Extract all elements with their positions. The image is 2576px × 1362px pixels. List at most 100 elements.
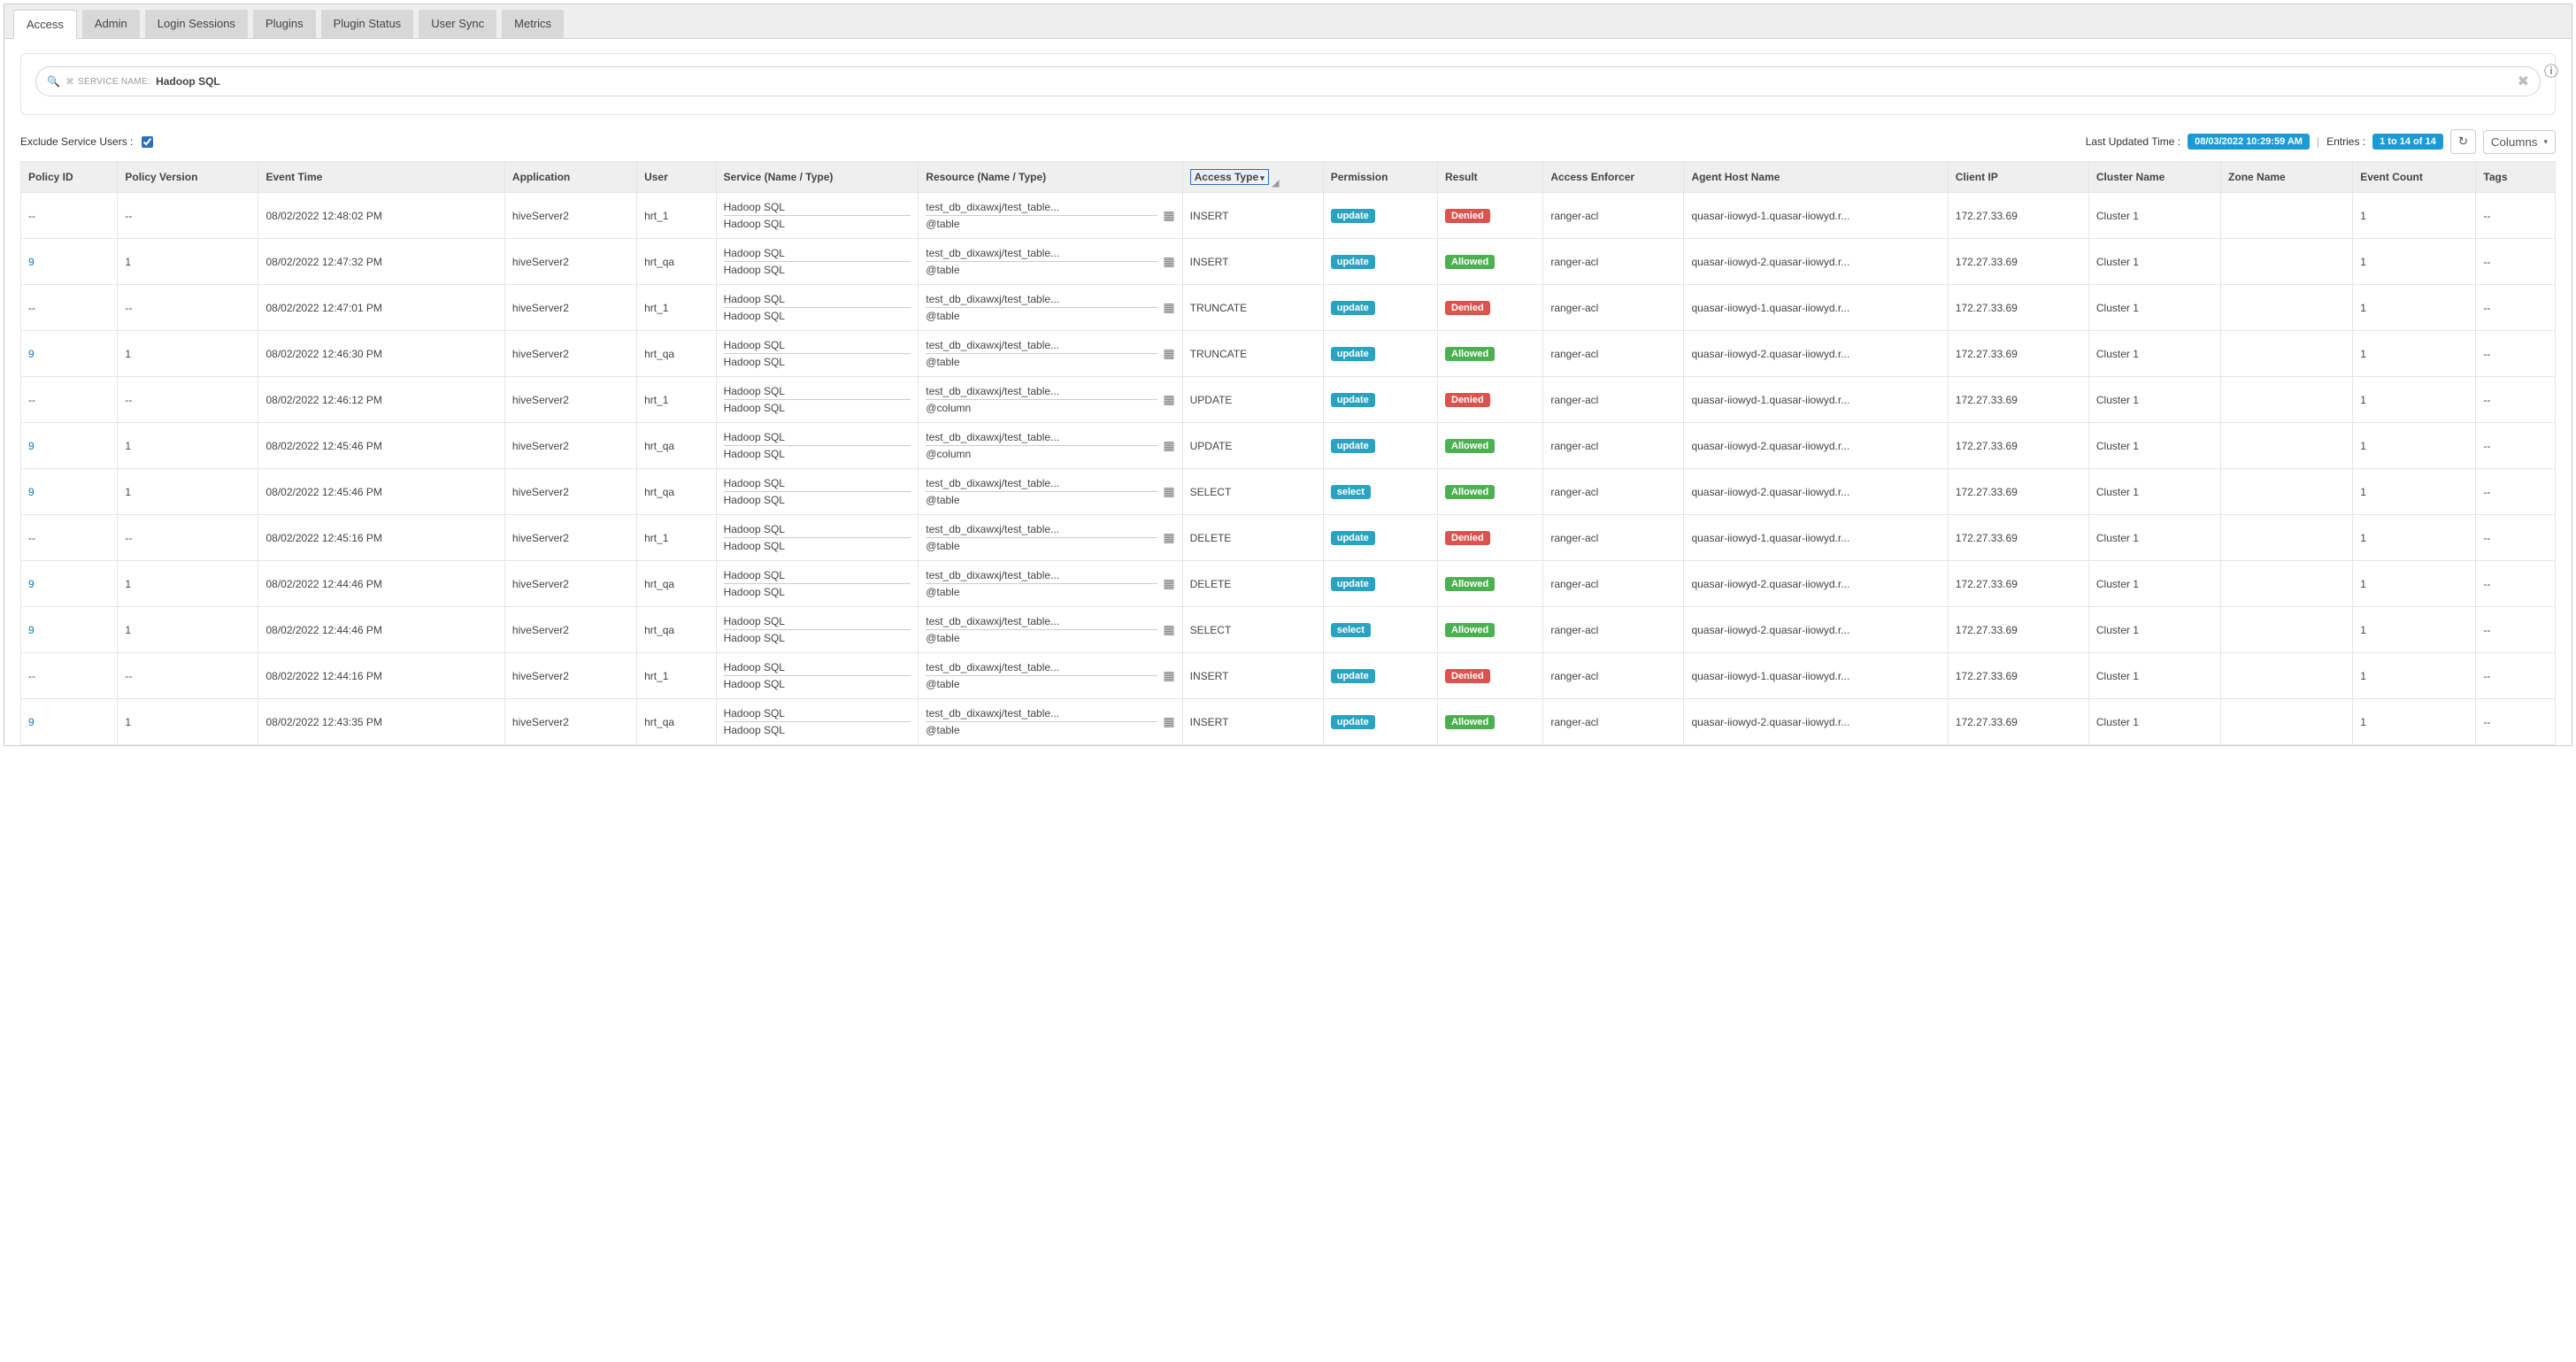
resource-name: test_db_dixawxj/test_table... [926, 201, 1157, 216]
cell [2221, 377, 2353, 423]
tab-plugin-status[interactable]: Plugin Status [321, 10, 414, 38]
cell: hrt_1 [637, 285, 717, 331]
policy-id-link[interactable]: 9 [28, 440, 35, 452]
permission-badge: update [1331, 301, 1375, 315]
entries-label: Entries : [2326, 135, 2365, 148]
col-result[interactable]: Result [1438, 162, 1543, 193]
resource-details-icon[interactable]: ▦ [1163, 392, 1174, 407]
cell: update [1323, 193, 1437, 239]
permission-badge: select [1331, 485, 1371, 499]
col-access-enforcer[interactable]: Access Enforcer [1543, 162, 1684, 193]
cell: Hadoop SQLHadoop SQL [716, 515, 919, 561]
toolbar: Exclude Service Users : Last Updated Tim… [4, 129, 2572, 161]
tab-plugins[interactable]: Plugins [253, 10, 316, 38]
table-row[interactable]: 9108/02/2022 12:44:46 PMhiveServer2hrt_q… [21, 561, 2556, 607]
col-client-ip[interactable]: Client IP [1948, 162, 2088, 193]
resource-details-icon[interactable]: ▦ [1163, 346, 1174, 361]
permission-badge: update [1331, 393, 1375, 407]
cell: test_db_dixawxj/test_table...@table▦ [919, 469, 1182, 515]
access-type-filter[interactable]: Access Type [1190, 169, 1269, 185]
cell: 172.27.33.69 [1948, 239, 2088, 285]
table-row[interactable]: ----08/02/2022 12:45:16 PMhiveServer2hrt… [21, 515, 2556, 561]
policy-id-link[interactable]: 9 [28, 624, 35, 636]
cell: ranger-acl [1543, 515, 1684, 561]
cell: Cluster 1 [2088, 285, 2220, 331]
table-row[interactable]: 9108/02/2022 12:43:35 PMhiveServer2hrt_q… [21, 699, 2556, 745]
policy-id-link[interactable]: 9 [28, 578, 35, 590]
search-input-pill[interactable]: 🔍 ✖ SERVICE NAME: Hadoop SQL ✖ [35, 66, 2541, 96]
table-row[interactable]: 9108/02/2022 12:45:46 PMhiveServer2hrt_q… [21, 423, 2556, 469]
col-permission[interactable]: Permission [1323, 162, 1437, 193]
col-service-name-type-[interactable]: Service (Name / Type) [716, 162, 919, 193]
cell: Denied [1438, 653, 1543, 699]
col-tags[interactable]: Tags [2476, 162, 2556, 193]
cell: TRUNCATE [1182, 331, 1323, 377]
resource-details-icon[interactable]: ▦ [1163, 668, 1174, 683]
cell: 172.27.33.69 [1948, 515, 2088, 561]
policy-id-link[interactable]: 9 [28, 256, 35, 268]
cell: -- [2476, 331, 2556, 377]
table-row[interactable]: 9108/02/2022 12:47:32 PMhiveServer2hrt_q… [21, 239, 2556, 285]
cell: 08/02/2022 12:44:16 PM [258, 653, 504, 699]
refresh-button[interactable]: ↻ [2450, 129, 2476, 154]
table-row[interactable]: ----08/02/2022 12:47:01 PMhiveServer2hrt… [21, 285, 2556, 331]
resource-details-icon[interactable]: ▦ [1163, 438, 1174, 453]
resource-details-icon[interactable]: ▦ [1163, 300, 1174, 315]
col-application[interactable]: Application [504, 162, 636, 193]
tab-access[interactable]: Access [13, 10, 77, 39]
resource-type: @table [926, 264, 1157, 276]
cell: hiveServer2 [504, 515, 636, 561]
col-user[interactable]: User [637, 162, 717, 193]
col-policy-version[interactable]: Policy Version [118, 162, 258, 193]
cell: Cluster 1 [2088, 515, 2220, 561]
cell: 1 [2353, 239, 2476, 285]
clear-chip-icon[interactable]: ✖ [65, 75, 74, 88]
tab-login-sessions[interactable]: Login Sessions [145, 10, 248, 38]
resource-details-icon[interactable]: ▦ [1163, 484, 1174, 499]
clear-search-icon[interactable]: ✖ [2518, 73, 2529, 90]
table-row[interactable]: ----08/02/2022 12:46:12 PMhiveServer2hrt… [21, 377, 2556, 423]
tab-metrics[interactable]: Metrics [502, 10, 564, 38]
cell: test_db_dixawxj/test_table...@table▦ [919, 653, 1182, 699]
col-event-count[interactable]: Event Count [2353, 162, 2476, 193]
table-row[interactable]: ----08/02/2022 12:48:02 PMhiveServer2hrt… [21, 193, 2556, 239]
info-icon[interactable]: ⓘ [2544, 65, 2558, 80]
col-event-time[interactable]: Event Time [258, 162, 504, 193]
col-policy-id[interactable]: Policy ID [21, 162, 118, 193]
tab-user-sync[interactable]: User Sync [419, 10, 496, 38]
cell: test_db_dixawxj/test_table...@table▦ [919, 515, 1182, 561]
col-zone-name[interactable]: Zone Name [2221, 162, 2353, 193]
col-agent-host-name[interactable]: Agent Host Name [1684, 162, 1948, 193]
table-row[interactable]: 9108/02/2022 12:46:30 PMhiveServer2hrt_q… [21, 331, 2556, 377]
policy-id-link[interactable]: 9 [28, 486, 35, 498]
col-access-type[interactable]: Access Type ◢ [1182, 162, 1323, 193]
tab-admin[interactable]: Admin [82, 10, 140, 38]
service-type: Hadoop SQL [724, 218, 911, 230]
resource-details-icon[interactable]: ▦ [1163, 208, 1174, 223]
cell: quasar-iiowyd-2.quasar-iiowyd.r... [1684, 423, 1948, 469]
exclude-service-users-checkbox[interactable] [142, 136, 153, 148]
cell: -- [21, 285, 118, 331]
col-cluster-name[interactable]: Cluster Name [2088, 162, 2220, 193]
cell: update [1323, 561, 1437, 607]
resource-details-icon[interactable]: ▦ [1163, 254, 1174, 269]
cell: quasar-iiowyd-1.quasar-iiowyd.r... [1684, 193, 1948, 239]
cell: hrt_qa [637, 607, 717, 653]
resource-details-icon[interactable]: ▦ [1163, 714, 1174, 729]
table-row[interactable]: 9108/02/2022 12:44:46 PMhiveServer2hrt_q… [21, 607, 2556, 653]
cell: 9 [21, 561, 118, 607]
resize-handle-icon[interactable]: ◢ [1273, 179, 1280, 189]
col-resource-name-type-[interactable]: Resource (Name / Type) [919, 162, 1182, 193]
policy-id-link[interactable]: 9 [28, 716, 35, 728]
resource-details-icon[interactable]: ▦ [1163, 622, 1174, 637]
resource-details-icon[interactable]: ▦ [1163, 530, 1174, 545]
policy-id-link[interactable]: 9 [28, 348, 35, 360]
columns-button[interactable]: Columns [2483, 130, 2556, 154]
result-badge: Allowed [1445, 255, 1495, 269]
table-row[interactable]: ----08/02/2022 12:44:16 PMhiveServer2hrt… [21, 653, 2556, 699]
cell: 08/02/2022 12:43:35 PM [258, 699, 504, 745]
result-badge: Denied [1445, 669, 1490, 683]
table-row[interactable]: 9108/02/2022 12:45:46 PMhiveServer2hrt_q… [21, 469, 2556, 515]
resource-details-icon[interactable]: ▦ [1163, 576, 1174, 591]
cell: update [1323, 423, 1437, 469]
